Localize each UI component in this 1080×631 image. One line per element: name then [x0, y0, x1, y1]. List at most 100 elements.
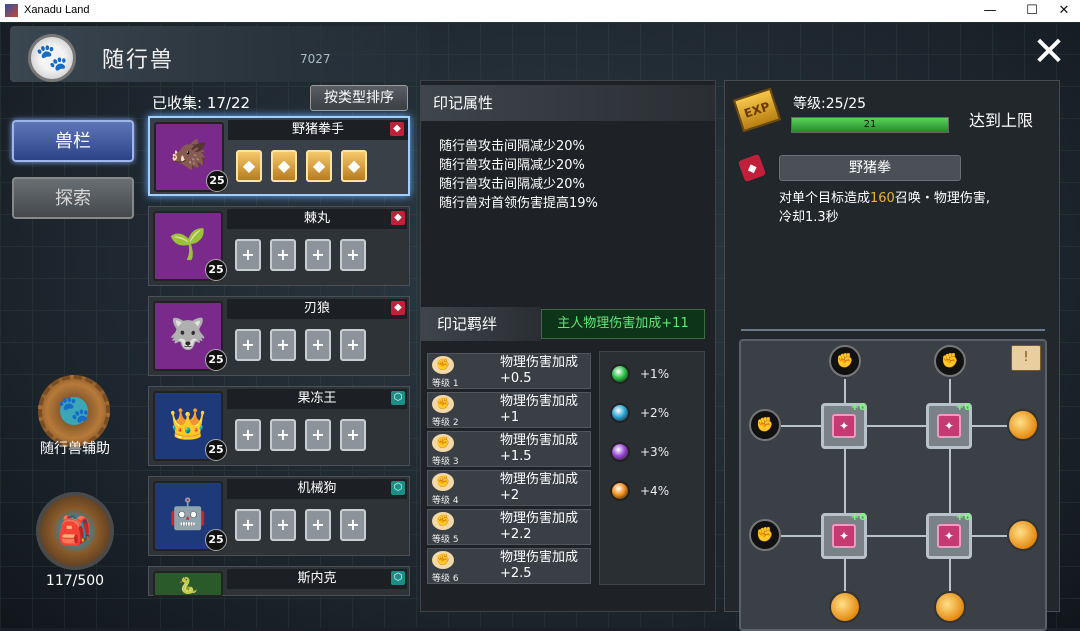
rune-slot[interactable]: + [340, 509, 366, 541]
bond-effect-text: 物理伤害加成+0.5 [500, 355, 579, 386]
pet-card[interactable]: 🤖 25 机械狗 ⬡ + + + + [148, 476, 410, 556]
window-close-button[interactable]: ✕ [1046, 0, 1080, 22]
window-title: Xanadu Land [24, 4, 90, 16]
fist-socket-icon[interactable]: ✊ [749, 409, 781, 441]
pet-assist-label: 随行兽辅助 [40, 441, 110, 457]
tab-explore[interactable]: 探索 [12, 177, 134, 219]
pet-avatar-icon: 🤖 [169, 497, 207, 532]
rune-slots: + + + + [235, 329, 405, 365]
rune-slot[interactable]: ◆ [306, 150, 332, 182]
pet-name: 野猪拳手 [228, 120, 408, 140]
paw-icon: 🐾 [28, 34, 76, 82]
rune-slot[interactable]: + [270, 329, 296, 361]
sort-by-type-button[interactable]: 按类型排序 [310, 85, 408, 111]
orange-orb-socket[interactable] [829, 591, 861, 623]
pet-card[interactable]: 🐺 25 刃狼 ◆ + + + + [148, 296, 410, 376]
bond-level-label: 等级 6 [432, 574, 459, 584]
skill-cooldown: 冷却1.3秒 [779, 210, 839, 225]
fist-icon: ✊ [432, 356, 454, 374]
rune-slots: ◆ ◆ ◆ ◆ [236, 150, 406, 186]
orange-orb-socket[interactable] [934, 591, 966, 623]
fist-icon: ✊ [432, 395, 454, 413]
collected-count: 已收集: 17/22 [152, 94, 251, 112]
mark-node[interactable]: ✦ +6 [821, 402, 867, 449]
skill-name: 野猪拳 [779, 155, 961, 181]
close-panel-button[interactable]: ✕ [1030, 32, 1068, 72]
storage-bag-button[interactable]: 🎒 [36, 492, 114, 570]
app-icon [5, 4, 18, 17]
rune-slot[interactable]: + [305, 329, 331, 361]
pet-card[interactable]: 🐗 25 野猪拳手 ◆ ◆ ◆ ◆ ◆ [148, 116, 410, 196]
rune-slot[interactable]: + [235, 509, 261, 541]
gem-bonus-percent: +2% [640, 406, 670, 420]
pet-card[interactable]: 🌱 25 棘丸 ◆ + + + + [148, 206, 410, 286]
pet-avatar-icon: 🐺 [169, 317, 207, 352]
rune-slots: + + + + [235, 239, 405, 275]
minimize-button[interactable]: — [972, 0, 1008, 22]
bond-level-row: ✊ 等级 3 物理伤害加成+1.5 [427, 431, 591, 467]
shield-icon: ⬡ [391, 481, 405, 495]
mark-attributes-header: 印记属性 [421, 85, 715, 121]
attribute-line: 随行兽对首领伤害提高19% [439, 196, 598, 211]
rune-slot[interactable]: + [340, 329, 366, 361]
rune-slot[interactable]: + [235, 239, 261, 271]
pet-level-badge: 25 [205, 439, 227, 461]
mark-attributes-list: 随行兽攻击间隔减少20% 随行兽攻击间隔减少20% 随行兽攻击间隔减少20% 随… [439, 137, 709, 213]
fist-socket-icon[interactable]: ✊ [829, 345, 861, 377]
rulebook-icon[interactable]: ! [1011, 345, 1041, 371]
orange-orb-socket[interactable] [1007, 409, 1039, 441]
exp-progress-bar: 21 [791, 117, 949, 133]
rune-slot[interactable]: + [340, 419, 366, 451]
tab-beast-slot[interactable]: 兽栏 [12, 120, 134, 162]
mark-node[interactable]: ✦ +6 [926, 512, 972, 559]
bond-level-label: 等级 1 [432, 379, 459, 389]
bond-level-row: ✊ 等级 1 物理伤害加成+0.5 [427, 353, 591, 389]
gem-bonus-percent: +4% [640, 484, 670, 498]
pet-name: 机械狗 [227, 479, 407, 499]
skill-desc-part: 对单个目标造成 [779, 191, 871, 206]
orange-orb-socket[interactable] [1007, 519, 1039, 551]
rune-slot[interactable]: + [270, 239, 296, 271]
fist-socket-icon[interactable]: ✊ [749, 519, 781, 551]
window-titlebar: Xanadu Land — ☐ ✕ [0, 0, 1080, 22]
rune-slot[interactable]: ◆ [236, 150, 262, 182]
game-viewport: 🐾 随行兽 7027 ✕ 兽栏 探索 🐾 随行兽辅助 🎒 117/500 已收集… [0, 22, 1080, 631]
node-level: +6 [850, 402, 866, 413]
mark-node[interactable]: ✦ +6 [926, 402, 972, 449]
attribute-line: 随行兽攻击间隔减少20% [439, 139, 585, 154]
rune-slot[interactable]: + [305, 509, 331, 541]
rune-slot[interactable]: + [305, 239, 331, 271]
rune-slot[interactable]: ◆ [341, 150, 367, 182]
mark-node[interactable]: ✦ +6 [821, 512, 867, 559]
attribute-line: 随行兽攻击间隔减少20% [439, 177, 585, 192]
screen-title: 随行兽 [102, 48, 175, 73]
bond-effect-text: 物理伤害加成+2 [500, 472, 579, 503]
pet-assist-gear-button[interactable]: 🐾 [38, 375, 110, 447]
maximize-button[interactable]: ☐ [1014, 0, 1050, 22]
rune-slot[interactable]: + [235, 419, 261, 451]
connector-line [781, 535, 1007, 537]
bond-level-row: ✊ 等级 6 物理伤害加成+2.5 [427, 548, 591, 584]
rune-slot[interactable]: ◆ [271, 150, 297, 182]
rune-slot[interactable]: + [340, 239, 366, 271]
skill-description: 对单个目标造成160召唤・物理伤害, 冷却1.3秒 [779, 189, 1039, 227]
rune-slot[interactable]: + [305, 419, 331, 451]
bond-level-row: ✊ 等级 2 物理伤害加成+1 [427, 392, 591, 428]
pet-card[interactable]: 🐍 斯内克 ⬡ [148, 566, 410, 597]
pet-level-badge: 25 [205, 259, 227, 281]
fist-socket-icon[interactable]: ✊ [934, 345, 966, 377]
backpack-icon: 🎒 [57, 514, 93, 547]
rune-slot[interactable]: + [270, 509, 296, 541]
bond-level-label: 等级 5 [432, 535, 459, 545]
bond-effect-text: 物理伤害加成+1.5 [500, 433, 579, 464]
fist-icon: ✊ [432, 434, 454, 452]
pet-card[interactable]: 👑 25 果冻王 ⬡ + + + + [148, 386, 410, 466]
rune-slot[interactable]: + [235, 329, 261, 361]
fist-icon: ✊ [432, 551, 454, 569]
rune-slot[interactable]: + [270, 419, 296, 451]
rune-slots: + + + + [235, 509, 405, 545]
max-level-text: 达到上限 [969, 111, 1034, 130]
mark-panel: 印记属性 随行兽攻击间隔减少20% 随行兽攻击间隔减少20% 随行兽攻击间隔减少… [420, 80, 716, 612]
attribute-line: 随行兽攻击间隔减少20% [439, 158, 585, 173]
coin-counter: 7027 [300, 52, 331, 66]
